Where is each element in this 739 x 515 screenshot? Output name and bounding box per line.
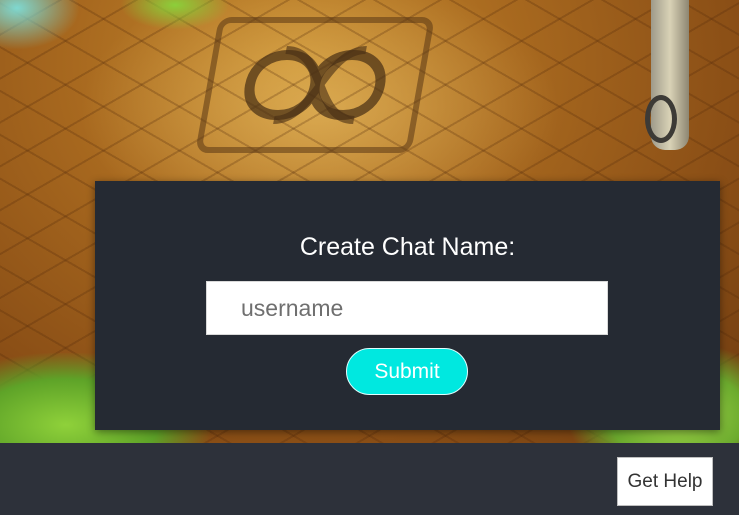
username-input[interactable]: [206, 281, 608, 335]
submit-button[interactable]: Submit: [346, 348, 468, 395]
chat-name-dialog: Create Chat Name: Submit: [95, 181, 720, 430]
water-pool: [0, 0, 80, 50]
dialog-title: Create Chat Name:: [299, 233, 516, 261]
metal-ring: [645, 95, 677, 143]
get-help-button[interactable]: Get Help: [617, 457, 713, 506]
celtic-knot-emblem: [197, 17, 433, 153]
